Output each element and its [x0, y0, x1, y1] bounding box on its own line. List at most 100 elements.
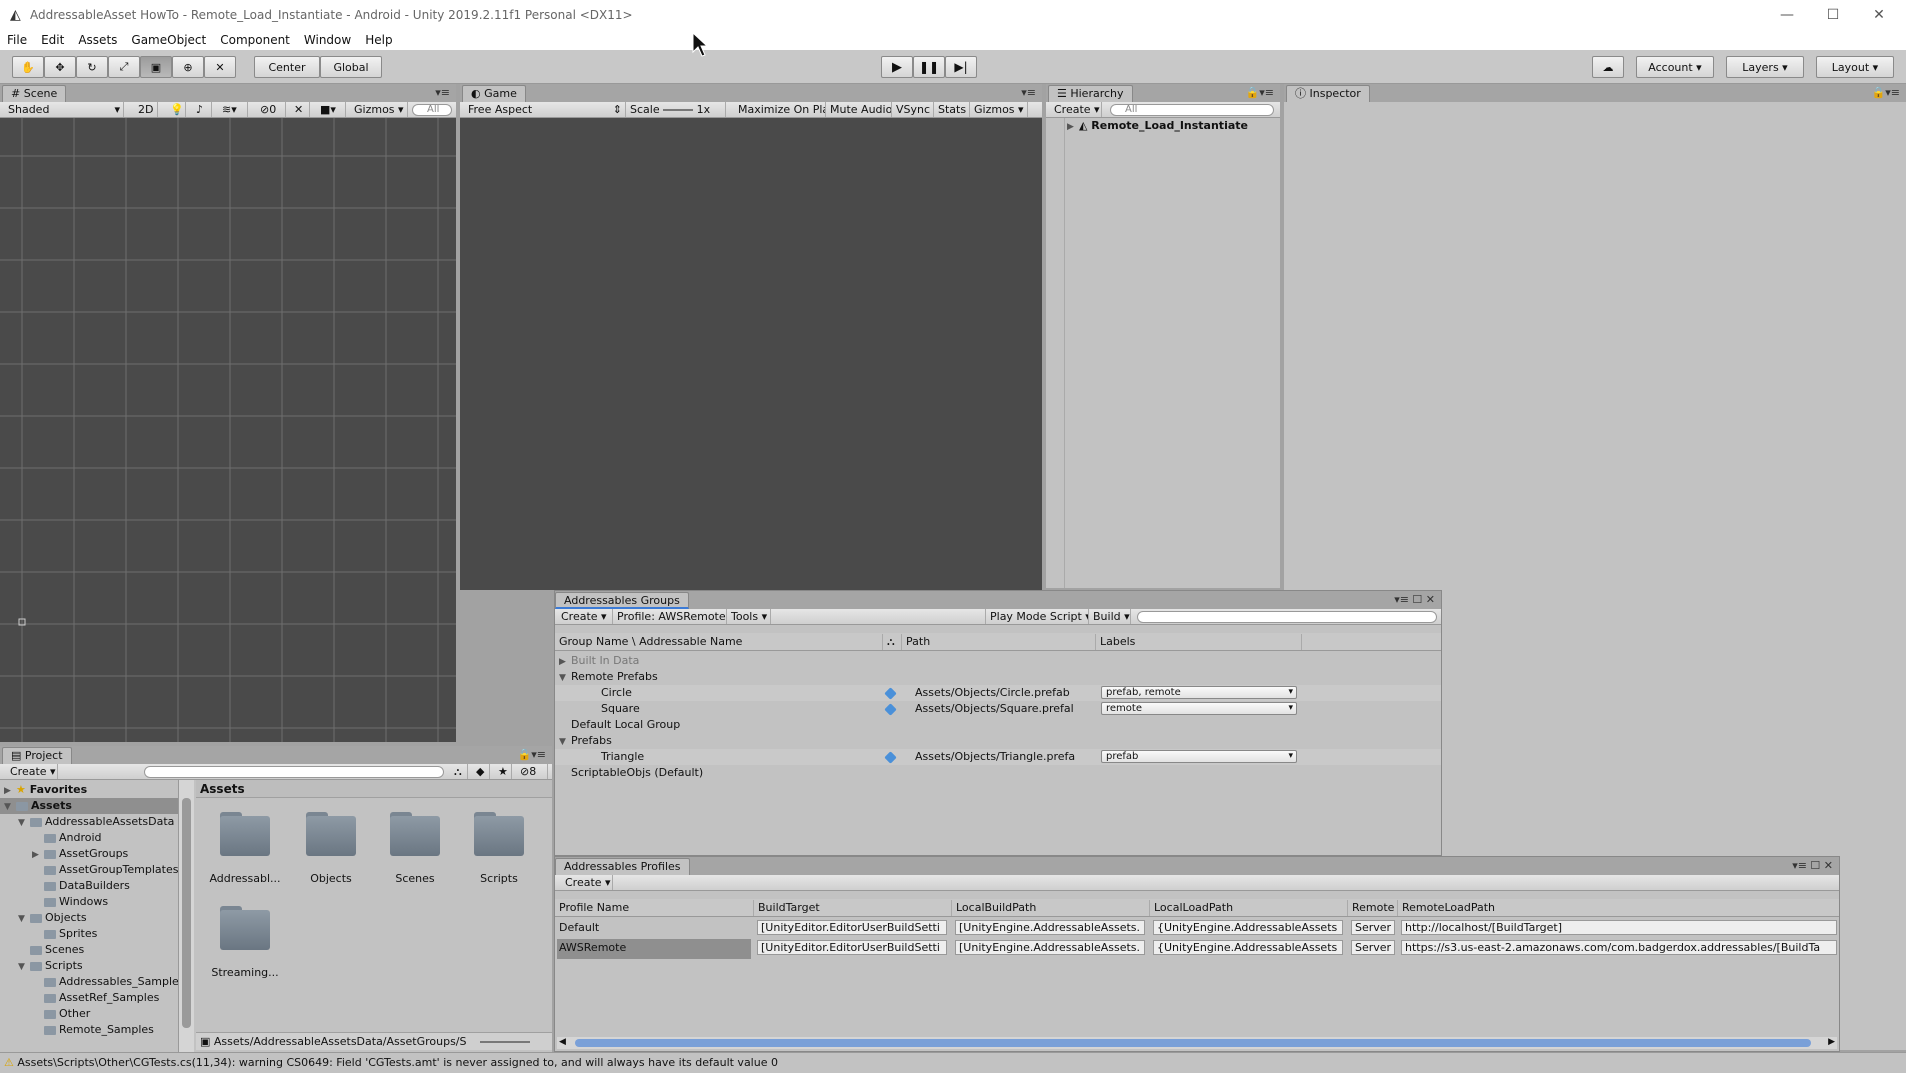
close-window-button[interactable]: ✕	[1856, 0, 1902, 30]
vsync-button[interactable]: VSync	[892, 102, 934, 117]
game-viewport[interactable]	[460, 118, 1042, 590]
inspector-lock-icon[interactable]: 🔒▾≡	[1872, 86, 1900, 99]
tree-item[interactable]: Addressables_Samples	[0, 974, 178, 990]
favorite-star-icon[interactable]: ★	[494, 764, 512, 779]
play-mode-script-dropdown[interactable]: Play Mode Script ▾	[985, 609, 1089, 624]
menu-window[interactable]: Window	[297, 33, 358, 47]
rect-tool-icon[interactable]: ▣	[140, 56, 172, 78]
tree-item[interactable]: Remote_Samples	[0, 1022, 178, 1038]
tree-item[interactable]: Sprites	[0, 926, 178, 942]
hand-tool-icon[interactable]: ✋	[12, 56, 44, 78]
profiles-create-dropdown[interactable]: Create ▾	[561, 875, 613, 890]
tools-icon[interactable]: ✕	[290, 102, 310, 117]
aspect-dropdown[interactable]: Free Aspect ⇕	[464, 102, 626, 117]
tree-item[interactable]: Android	[0, 830, 178, 846]
profiles-window-controls-icon[interactable]: ▾≡ ☐ ✕	[1792, 859, 1833, 872]
group-arrow-icon[interactable]: ▼	[559, 734, 571, 749]
tree-arrow-icon[interactable]: ▼	[4, 799, 16, 814]
transform-tool-icon[interactable]: ⊕	[172, 56, 204, 78]
folder-icon[interactable]	[468, 808, 530, 858]
audio-icon[interactable]: ♪	[192, 102, 212, 117]
profile-cell[interactable]: [UnityEngine.AddressableAssets.	[955, 940, 1145, 955]
labels-dropdown[interactable]: prefab, remote	[1101, 686, 1297, 699]
labels-dropdown[interactable]: remote	[1101, 702, 1297, 715]
profile-cell[interactable]: {UnityEngine.AddressableAssets	[1153, 920, 1343, 935]
profile-cell[interactable]: [UnityEditor.EditorUserBuildSetti	[757, 920, 947, 935]
col-local-load-path[interactable]: LocalLoadPath	[1149, 900, 1233, 916]
profile-cell[interactable]: [UnityEngine.AddressableAssets.	[955, 920, 1145, 935]
profile-cell[interactable]: https://s3.us-east-2.amazonaws.com/com.b…	[1401, 940, 1837, 955]
menu-assets[interactable]: Assets	[71, 33, 124, 47]
game-panel-menu-icon[interactable]: ▾≡	[1021, 86, 1036, 99]
tree-item[interactable]: Other	[0, 1006, 178, 1022]
tree-arrow-icon[interactable]: ▼	[18, 911, 30, 926]
col-remote-build[interactable]: Remote	[1347, 900, 1397, 916]
tree-item[interactable]: Windows	[0, 894, 178, 910]
scroll-left-icon[interactable]: ◀	[559, 1037, 566, 1047]
shading-dropdown[interactable]: Shaded ▾	[4, 102, 124, 117]
profiles-hscrollbar[interactable]: ◀ ▶	[557, 1037, 1837, 1049]
custom-tool-icon[interactable]: ✕	[204, 56, 236, 78]
tree-item[interactable]: ▼ AddressableAssetsData	[0, 814, 178, 830]
entry-row[interactable]: Square Assets/Objects/Square.prefal remo…	[555, 701, 1441, 717]
scene-gizmos-dropdown[interactable]: Gizmos ▾	[350, 102, 408, 117]
col-path[interactable]: Path	[901, 634, 930, 650]
entry-row[interactable]: Circle Assets/Objects/Circle.prefab pref…	[555, 685, 1441, 701]
profile-row[interactable]: AWSRemote [UnityEditor.EditorUserBuildSe…	[555, 939, 1839, 959]
tree-arrow-icon[interactable]: ▼	[18, 815, 30, 830]
tab-addressables-profiles[interactable]: Addressables Profiles	[555, 858, 690, 875]
menu-file[interactable]: File	[0, 33, 34, 47]
profile-cell[interactable]: Server	[1351, 940, 1395, 955]
group-arrow-icon[interactable]: ▶	[559, 654, 571, 669]
build-dropdown[interactable]: Build ▾	[1089, 609, 1131, 624]
mute-audio-button[interactable]: Mute Audio	[826, 102, 892, 117]
col-local-build-path[interactable]: LocalBuildPath	[951, 900, 1036, 916]
hierarchy-search-input[interactable]: All	[1110, 104, 1274, 116]
filter-type-icon[interactable]: ⛬	[450, 764, 468, 779]
pause-icon[interactable]: ❚❚	[913, 56, 945, 78]
tree-item[interactable]: ▼ Assets	[0, 798, 178, 814]
col-type-icon[interactable]: ⛬	[882, 634, 895, 650]
tab-game[interactable]: ◐ Game	[462, 85, 526, 102]
col-labels[interactable]: Labels	[1095, 634, 1135, 650]
hierarchy-lock-icon[interactable]: 🔒▾≡	[1246, 86, 1274, 99]
maximize-button[interactable]: ☐	[1810, 0, 1856, 30]
labels-dropdown[interactable]: prefab	[1101, 750, 1297, 763]
pivot-global-button[interactable]: Global	[320, 56, 382, 78]
tab-project[interactable]: ▤ Project	[2, 747, 72, 764]
project-create-dropdown[interactable]: Create ▾	[6, 764, 58, 779]
folder-icon[interactable]	[214, 808, 276, 858]
folder-icon[interactable]	[300, 808, 362, 858]
profile-cell[interactable]: Server	[1351, 920, 1395, 935]
menu-component[interactable]: Component	[213, 33, 297, 47]
profile-row[interactable]: Default [UnityEditor.EditorUserBuildSett…	[555, 919, 1839, 939]
entry-row[interactable]: Triangle Assets/Objects/Triangle.prefa p…	[555, 749, 1441, 765]
layers-dropdown[interactable]: Layers ▾	[1726, 56, 1804, 78]
menu-edit[interactable]: Edit	[34, 33, 71, 47]
group-arrow-icon[interactable]: ▼	[559, 670, 571, 685]
panel-menu-icon[interactable]: ▾≡	[435, 86, 450, 99]
group-row[interactable]: ▼ Prefabs	[555, 733, 1441, 749]
layout-dropdown[interactable]: Layout ▾	[1816, 56, 1894, 78]
groups-create-dropdown[interactable]: Create ▾	[557, 609, 613, 624]
menu-gameobject[interactable]: GameObject	[124, 33, 213, 47]
tree-item[interactable]: AssetRef_Samples	[0, 990, 178, 1006]
tree-item[interactable]: ▼ Scripts	[0, 958, 178, 974]
col-remote-load-path[interactable]: RemoteLoadPath	[1397, 900, 1495, 916]
tree-arrow-icon[interactable]: ▼	[18, 959, 30, 974]
hierarchy-scene-item[interactable]: ▶ ◭ Remote_Load_Instantiate	[1065, 118, 1280, 134]
filter-label-icon[interactable]: ◆	[472, 764, 490, 779]
favorites-item[interactable]: ▶ ★ Favorites	[0, 782, 178, 798]
lighting-icon[interactable]: 💡	[166, 102, 186, 117]
mode-2d-button[interactable]: 2D	[134, 102, 158, 117]
play-icon[interactable]: ▶	[881, 56, 913, 78]
tab-hierarchy[interactable]: ☰ Hierarchy	[1048, 85, 1133, 102]
groups-search-input[interactable]	[1137, 611, 1437, 623]
hidden-count[interactable]: ⊘0	[256, 102, 286, 117]
group-row[interactable]: ScriptableObjs (Default)	[555, 765, 1441, 781]
step-icon[interactable]: ▶|	[945, 56, 977, 78]
project-hidden-count[interactable]: ⊘8	[516, 764, 548, 779]
groups-window-controls-icon[interactable]: ▾≡ ☐ ✕	[1394, 593, 1435, 606]
group-row[interactable]: ▼ Remote Prefabs	[555, 669, 1441, 685]
tree-item[interactable]: DataBuilders	[0, 878, 178, 894]
